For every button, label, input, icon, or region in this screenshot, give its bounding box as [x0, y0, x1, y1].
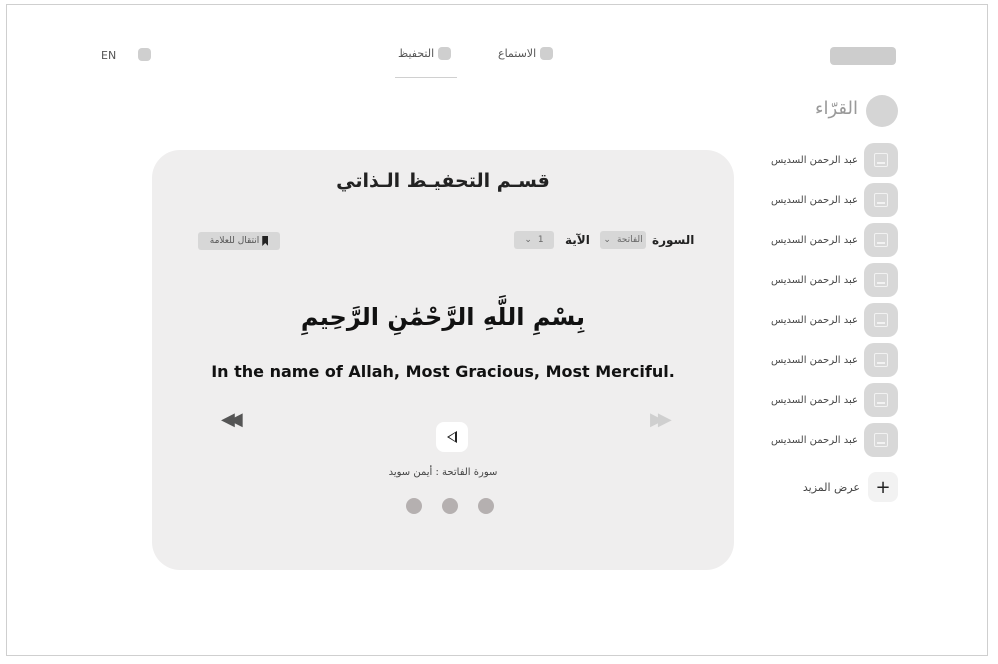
readers-title: القرّاء [815, 98, 858, 119]
reader-avatar-icon [864, 343, 898, 377]
go-to-bookmark-label: انتقال للعلامة [209, 236, 260, 246]
ayah-select-value: 1 [537, 235, 544, 245]
reader-item[interactable]: عبد الرحمن السديس [750, 223, 898, 257]
recitation-caption: سورة الفاتحة : أيمن سويد [388, 467, 498, 478]
reader-name: عبد الرحمن السديس [770, 154, 858, 166]
pager-dot[interactable] [478, 498, 494, 514]
go-to-bookmark-button[interactable]: انتقال للعلامة [198, 232, 280, 250]
reader-item[interactable]: عبد الرحمن السديس [750, 183, 898, 217]
pager-dots [406, 498, 494, 514]
plus-icon: + [868, 472, 898, 502]
language-switch-icon[interactable] [138, 48, 151, 61]
reader-item[interactable]: عبد الرحمن السديس [750, 263, 898, 297]
reader-avatar-icon [864, 423, 898, 457]
reader-name: عبد الرحمن السديس [770, 354, 858, 366]
language-toggle[interactable]: EN [101, 49, 116, 62]
logo[interactable] [830, 47, 896, 65]
tab-memorization-icon [438, 47, 452, 60]
ayah-select[interactable]: 1 ⌄ [514, 231, 554, 249]
readers-avatar [866, 95, 898, 127]
reader-item[interactable]: عبد الرحمن السديس [750, 343, 898, 377]
previous-verse-icon[interactable]: ◀◀ [221, 409, 243, 430]
ayah-label: الآية [565, 233, 590, 247]
pager-dot[interactable] [406, 498, 422, 514]
reader-name: عبد الرحمن السديس [770, 394, 858, 406]
chevron-down-icon: ⌄ [524, 235, 532, 245]
show-more-label: عرض المزيد [802, 480, 860, 494]
card-title: قسـم التحفيـظ الـذاتي [336, 170, 550, 192]
tab-listening-label: الاستماع [498, 47, 537, 60]
reader-item[interactable]: عبد الرحمن السديس [750, 383, 898, 417]
reader-item[interactable]: عبد الرحمن السديس [750, 303, 898, 337]
play-icon [447, 431, 457, 443]
surah-select[interactable]: الفاتحة ⌄ [600, 231, 646, 249]
reader-name: عبد الرحمن السديس [770, 434, 858, 446]
reader-avatar-icon [864, 303, 898, 337]
verse-translation: In the name of Allah, Most Gracious, Mos… [211, 362, 675, 381]
tab-listening[interactable]: الاستماع [498, 47, 554, 60]
verse-arabic: بِسْمِ اللَّهِ الرَّحْمَٰنِ الرَّحِيمِ [300, 303, 586, 331]
reader-name: عبد الرحمن السديس [770, 234, 858, 246]
reader-item[interactable]: عبد الرحمن السديس [750, 423, 898, 457]
tab-memorization-label: التحفيظ [398, 47, 435, 60]
surah-label: السورة [652, 233, 695, 247]
show-more-button[interactable]: عرض المزيد + [780, 472, 898, 502]
reader-name: عبد الرحمن السديس [770, 274, 858, 286]
surah-select-value: الفاتحة [616, 235, 643, 245]
reader-avatar-icon [864, 143, 898, 177]
reader-avatar-icon [864, 183, 898, 217]
reader-avatar-icon [864, 223, 898, 257]
tab-memorization[interactable]: التحفيظ [398, 47, 452, 60]
active-tab-indicator [395, 77, 457, 78]
reader-name: عبد الرحمن السديس [770, 314, 858, 326]
tab-listening-icon [540, 47, 554, 60]
reader-name: عبد الرحمن السديس [770, 194, 858, 206]
play-button[interactable] [436, 422, 468, 452]
reader-avatar-icon [864, 263, 898, 297]
pager-dot[interactable] [442, 498, 458, 514]
reader-avatar-icon [864, 383, 898, 417]
bookmark-icon [262, 236, 269, 246]
reader-item[interactable]: عبد الرحمن السديس [750, 143, 898, 177]
next-verse-icon[interactable]: ▶▶ [650, 409, 672, 430]
chevron-down-icon: ⌄ [603, 235, 611, 245]
